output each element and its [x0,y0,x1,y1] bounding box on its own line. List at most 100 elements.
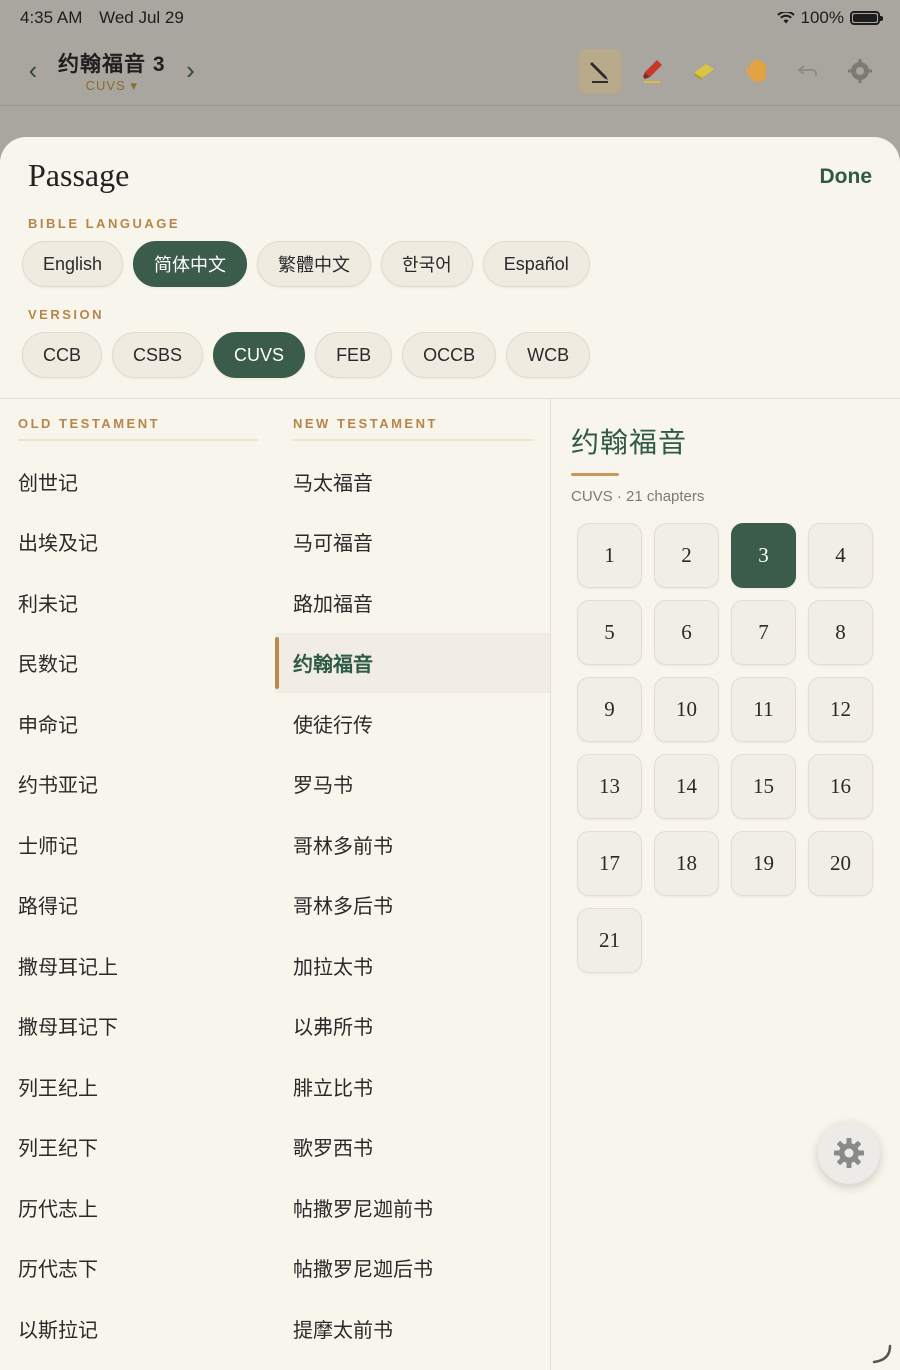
chapter-button[interactable]: 12 [808,677,873,742]
old-testament-book-item[interactable]: 撒母耳记下 [0,996,275,1057]
language-chip-spanish[interactable]: Español [482,241,590,287]
status-date: Wed Jul 29 [99,8,184,27]
highlighter-tool-button[interactable] [630,49,674,93]
old-testament-book-item[interactable]: 以斯拉记 [0,1298,275,1359]
highlighter-icon [643,59,662,83]
pen-tool-button[interactable] [578,48,622,93]
new-testament-list: 马太福音 马可福音 路加福音 约翰福音 使徒行传 罗马书 哥林多前书 哥林多后书 加拉太书 以弗所… [275,451,550,1359]
new-testament-book-item[interactable]: 哥林多后书 [275,875,550,936]
eraser-icon [694,63,714,80]
chapter-button[interactable]: 13 [577,754,642,819]
status-bar: 4:35 AM Wed Jul 29 100% [0,0,900,36]
chapter-button[interactable]: 19 [731,831,796,896]
language-chip-simplified-chinese[interactable]: 简体中文 [133,241,248,287]
chevron-right-icon[interactable]: › [176,55,206,86]
old-testament-book-item[interactable]: 撒母耳记上 [0,935,275,996]
new-testament-book-item[interactable]: 马太福音 [275,451,550,512]
chapter-button[interactable]: 3 [731,523,796,588]
eraser-tool-button[interactable] [682,49,726,93]
old-testament-book-item[interactable]: 列王纪上 [0,1056,275,1117]
new-testament-book-item[interactable]: 提摩太前书 [275,1298,550,1359]
chapter-grid: 1 2 3 4 5 6 7 8 9 10 11 12 13 14 15 16 17 18 19 20 21 [577,523,900,973]
chapter-button[interactable]: 9 [577,677,642,742]
version-indicator: CUVS ▾ [85,77,138,93]
chapter-button[interactable]: 17 [577,831,642,896]
chapter-button[interactable]: 11 [731,677,796,742]
new-testament-book-item[interactable]: 腓立比书 [275,1056,550,1117]
old-testament-book-item[interactable]: 历代志上 [0,1177,275,1238]
status-left: 4:35 AM Wed Jul 29 [20,8,196,28]
old-testament-book-item[interactable]: 创世记 [0,451,275,512]
new-testament-book-item[interactable]: 帖撒罗尼迦前书 [275,1177,550,1238]
version-chip-occb[interactable]: OCCB [402,332,497,378]
version-chip-wcb[interactable]: WCB [506,332,591,378]
chapter-button[interactable]: 21 [577,908,642,973]
wifi-icon [776,12,795,24]
old-testament-book-item[interactable]: 民数记 [0,633,275,694]
old-testament-book-item[interactable]: 士师记 [0,814,275,875]
battery-icon [850,11,883,25]
hand-tool-button[interactable] [734,49,778,93]
chevron-left-icon[interactable]: ‹ [18,55,48,86]
status-time: 4:35 AM [20,8,83,27]
new-testament-book-item[interactable]: 使徒行传 [275,693,550,754]
settings-icon [848,58,872,83]
chapter-button[interactable]: 4 [808,523,873,588]
version-chip-feb[interactable]: FEB [315,332,393,378]
chapter-button[interactable]: 6 [654,600,719,665]
book-selector[interactable]: 约翰福音 3 CUVS ▾ [58,48,166,94]
language-chip-english[interactable]: English [22,241,124,287]
version-chip-ccb[interactable]: CCB [22,332,103,378]
old-testament-book-item[interactable]: 历代志下 [0,1238,275,1299]
new-testament-book-item[interactable]: 罗马书 [275,754,550,815]
header-settings-button[interactable] [838,49,882,93]
old-testament-book-item[interactable]: 路得记 [0,875,275,936]
old-testament-book-item[interactable]: 列王纪下 [0,1117,275,1178]
new-testament-book-item[interactable]: 歌罗西书 [275,1117,550,1178]
done-button[interactable]: Done [820,165,873,189]
status-right: 100% [776,8,883,28]
chapter-panel-title: 约翰福音 [571,427,688,458]
new-testament-book-item[interactable]: 哥林多前书 [275,814,550,875]
new-testament-book-item[interactable]: 以弗所书 [275,996,550,1057]
passage-sheet: Passage Done BIBLE LANGUAGE English 简体中文… [0,137,900,1370]
new-testament-book-item[interactable]: 马可福音 [275,512,550,573]
version-chips: CCB CSBS CUVS FEB OCCB WCB [22,332,591,378]
chapter-button[interactable]: 14 [654,754,719,819]
chapter-button[interactable]: 15 [731,754,796,819]
chapter-button[interactable]: 20 [808,831,873,896]
chapter-button[interactable]: 7 [731,600,796,665]
chapter-button[interactable]: 16 [808,754,873,819]
language-chip-traditional-chinese[interactable]: 繁體中文 [257,241,372,287]
old-testament-book-item[interactable]: 约书亚记 [0,754,275,815]
language-section-label: BIBLE LANGUAGE [28,216,180,231]
undo-icon [797,64,817,76]
version-chip-cuvs[interactable]: CUVS [213,332,306,378]
chapter-button[interactable]: 1 [577,523,642,588]
new-testament-book-item[interactable]: 帖撒罗尼迦后书 [275,1238,550,1299]
chapter-button[interactable]: 10 [654,677,719,742]
new-testament-column: NEW TESTAMENT 马太福音 马可福音 路加福音 约翰福音 使徒行传 罗马书 哥林多… [275,399,550,1359]
language-chip-korean[interactable]: 한국어 [381,241,473,287]
new-testament-book-item[interactable]: 约翰福音 [275,632,550,693]
undo-button[interactable] [786,49,830,93]
version-chip-csbs[interactable]: CSBS [112,332,204,378]
chapter-button[interactable]: 2 [654,523,719,588]
new-testament-book-item[interactable]: 加拉太书 [275,935,550,996]
chapter-button[interactable]: 8 [808,600,873,665]
old-testament-book-item[interactable]: 利未记 [0,572,275,633]
chapter-button[interactable]: 18 [654,831,719,896]
chapter-button[interactable]: 5 [577,600,642,665]
resize-handle-icon[interactable] [870,1342,892,1364]
gear-icon [834,1138,864,1168]
pen-icon [590,61,608,83]
old-testament-book-item[interactable]: 申命记 [0,693,275,754]
old-testament-column: OLD TESTAMENT 创世记 出埃及记 利未记 民数记 申命记 约书亚记 士师记 路得记… [0,399,275,1359]
app-header: ‹ 约翰福音 3 CUVS ▾ › [0,36,900,106]
language-chips: English 简体中文 繁體中文 한국어 Español [22,241,590,287]
old-testament-book-item[interactable]: 出埃及记 [0,512,275,573]
new-testament-book-item[interactable]: 路加福音 [275,572,550,633]
old-testament-list: 创世记 出埃及记 利未记 民数记 申命记 约书亚记 士师记 路得记 撒母耳记上 撒母耳记下 列王纪上… [0,451,275,1359]
floating-settings-button[interactable] [818,1122,880,1184]
chapter-panel-subtitle: CUVS · 21 chapters [571,488,705,505]
